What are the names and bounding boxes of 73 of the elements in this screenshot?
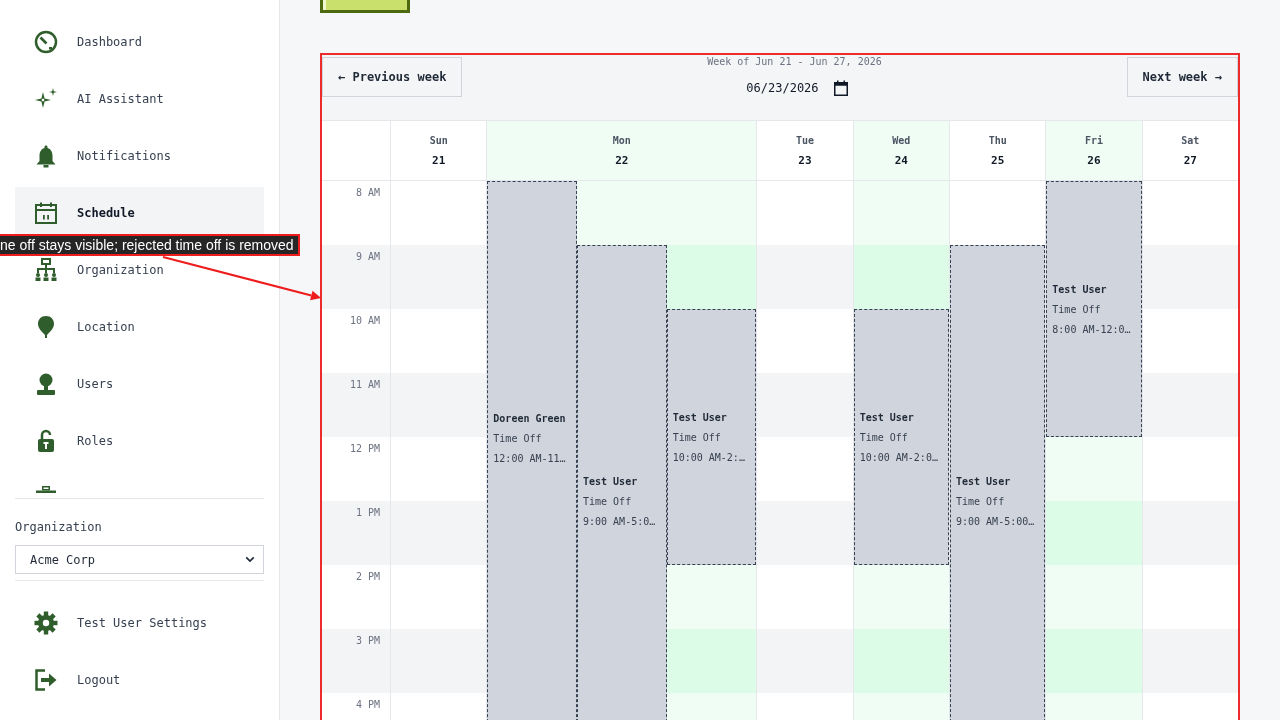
org-chart-icon	[34, 258, 58, 282]
event-name: Test User	[583, 475, 638, 489]
event-type: Time Off	[493, 432, 542, 447]
event-name: Test User	[956, 475, 1011, 489]
day-name: Tue	[795, 134, 814, 148]
day-name: Sun	[429, 134, 448, 148]
day-name: Mon	[612, 134, 631, 148]
calendar-icon	[34, 201, 58, 225]
day-date: 26	[1087, 153, 1101, 169]
day-date: 22	[615, 153, 629, 169]
event-type: Time Off	[583, 495, 632, 509]
time-label: 9 AM	[355, 250, 380, 264]
day-name: Thu	[988, 134, 1007, 148]
time-label: 3 PM	[355, 634, 380, 648]
time-label: 11 AM	[349, 378, 380, 392]
chevron-down-icon	[245, 556, 255, 563]
event-name: Test User	[672, 411, 727, 425]
sidebar-item[interactable]: Location	[15, 301, 264, 353]
day-date: 25	[991, 153, 1005, 169]
day-name: Sat	[1181, 134, 1200, 148]
time-label: 4 PM	[355, 698, 380, 712]
date-field[interactable]: 06/23/2026	[738, 76, 851, 100]
event-time: 9:00 AM-5:0…	[583, 515, 656, 529]
sidebar-item[interactable]: Logout	[15, 654, 264, 706]
event-name: Test User	[1052, 283, 1107, 297]
week-label: Week of Jun 21 - Jun 27, 2026	[707, 55, 882, 69]
day-date: 23	[798, 153, 812, 169]
sidebar-item[interactable]: AI Assistant	[15, 73, 264, 125]
next-week-button[interactable]: Next week →	[1126, 57, 1238, 97]
time-label: 8 AM	[355, 186, 380, 200]
time-label: 10 AM	[349, 314, 380, 328]
organization-label: Organization	[15, 519, 102, 535]
sidebar-item[interactable]: Dashboard	[15, 16, 264, 68]
event-time: 10:00 AM-2:…	[672, 451, 745, 465]
event-time: 10:00 AM-2:0…	[859, 451, 938, 465]
event-type: Time Off	[672, 431, 721, 445]
day-name: Wed	[892, 134, 911, 148]
settings-icon	[34, 611, 58, 635]
time-label: 2 PM	[355, 570, 380, 584]
event-name: Doreen Green	[493, 412, 566, 427]
event-time: 9:00 AM-5:00…	[956, 515, 1035, 529]
time-off-event[interactable]: Test User Time Off 9:00 AM-5:00…	[950, 245, 1046, 720]
event-name: Test User	[859, 411, 914, 425]
day-date: 21	[432, 153, 446, 169]
bell-icon	[34, 144, 58, 168]
day-date: 24	[894, 153, 908, 169]
time-off-event[interactable]: Test User Time Off 8:00 AM-12:0…	[1046, 181, 1142, 437]
time-off-event[interactable]: Test User Time Off 10:00 AM-2:…	[666, 309, 757, 565]
user-icon	[34, 372, 58, 396]
calendar-icon	[832, 80, 849, 96]
day-date: 27	[1183, 153, 1197, 169]
sidebar-item[interactable]: Users	[15, 358, 264, 410]
event-type: Time Off	[1052, 303, 1101, 317]
event-type: Time Off	[859, 431, 908, 445]
sidebar-item[interactable]: Roles	[15, 415, 264, 467]
time-off-event[interactable]: Test User Time Off 10:00 AM-2:0…	[853, 309, 949, 565]
organization-select[interactable]: Acme Corp	[15, 545, 264, 574]
sidebar-item[interactable]: Notifications	[15, 130, 264, 182]
time-off-event[interactable]: Doreen Green Time Off 12:00 AM-11…	[487, 181, 577, 720]
partial-button[interactable]	[320, 0, 410, 13]
gauge-icon	[34, 30, 58, 54]
annotation-tooltip: ne off stays visible; rejected time off is removed	[0, 234, 300, 256]
event-time: 8:00 AM-12:0…	[1052, 323, 1131, 337]
time-label: 1 PM	[355, 506, 380, 520]
day-name: Fri	[1084, 134, 1103, 148]
time-off-event[interactable]: Test User Time Off 9:00 AM-5:0…	[577, 245, 667, 720]
sidebar-item[interactable]: Test User Settings	[15, 597, 264, 649]
logout-icon	[34, 668, 58, 692]
briefcase-icon[interactable]	[34, 486, 58, 493]
event-type: Time Off	[956, 495, 1005, 509]
time-label: 12 PM	[349, 442, 380, 456]
event-time: 12:00 AM-11…	[493, 452, 566, 467]
previous-week-button[interactable]: ← Previous week	[322, 57, 463, 97]
